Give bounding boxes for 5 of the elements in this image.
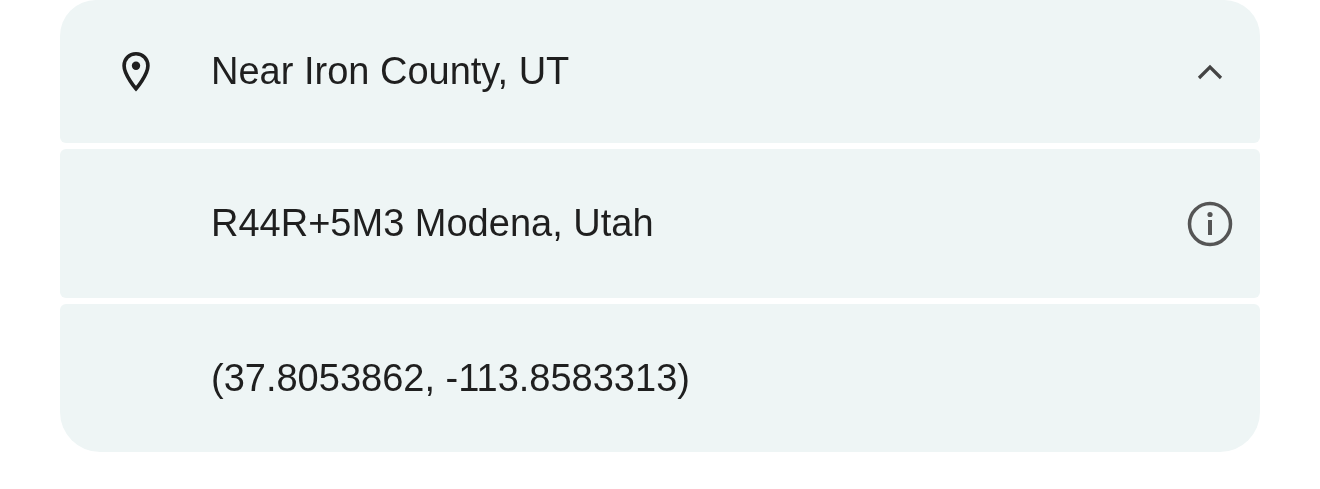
address-text: R44R+5M3 Modena, Utah bbox=[211, 202, 655, 245]
coordinates-text: (37.8053862, -113.8583313) bbox=[211, 356, 691, 400]
info-icon[interactable] bbox=[1187, 200, 1233, 247]
location-header[interactable]: Near Iron County, UT bbox=[60, 0, 1260, 143]
location-title: Near Iron County, UT bbox=[211, 50, 571, 93]
